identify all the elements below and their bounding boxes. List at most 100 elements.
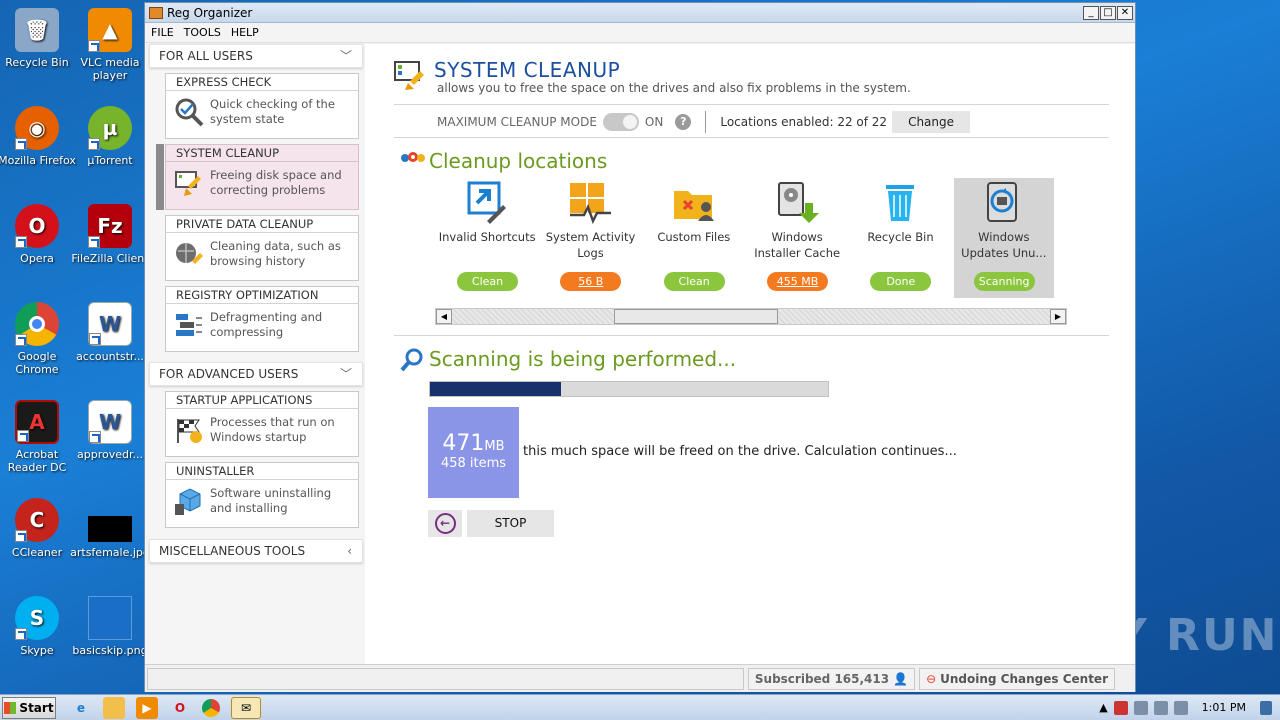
- desktop-icon-artsfemale[interactable]: artsfemale.jpg: [70, 498, 150, 559]
- sidebar-item-startup-applications[interactable]: STARTUP APPLICATIONS Processes that run …: [165, 391, 359, 457]
- explorer-folder-icon[interactable]: [103, 696, 125, 719]
- sidebar: FOR ALL USERS ﹀ EXPRESS CHECK Quick chec…: [145, 44, 365, 664]
- location-tile-system-activity-logs[interactable]: System Activity Logs 56 B: [540, 178, 640, 298]
- desktop-icon-label: artsfemale.jpg: [70, 546, 150, 559]
- section-miscellaneous-tools[interactable]: MISCELLANEOUS TOOLS ‹: [149, 539, 363, 563]
- clock[interactable]: 1:01 PM: [1202, 701, 1246, 714]
- location-tile-windows-updates[interactable]: Windows Updates Unu... Scanning: [953, 178, 1054, 298]
- status-badge: Clean: [663, 272, 725, 291]
- skype-icon: S: [15, 596, 59, 640]
- desktop-icon-label: FileZilla Client: [71, 252, 149, 265]
- desktop-icon-label: Google Chrome: [15, 350, 59, 376]
- desktop-icon-label: basicskip.png: [72, 644, 148, 657]
- sidebar-item-express-check[interactable]: EXPRESS CHECK Quick checking of the syst…: [165, 73, 359, 139]
- title-bar[interactable]: Reg Organizer _ □ ✕: [145, 3, 1135, 23]
- status-badge[interactable]: 455 MB: [766, 272, 828, 291]
- subscribed-count[interactable]: Subscribed 165,413 👤: [747, 667, 916, 690]
- chrome-icon[interactable]: [202, 698, 220, 717]
- minimize-icon[interactable]: _: [1083, 5, 1099, 20]
- desktop-icon-firefox[interactable]: ◉ Mozilla Firefox: [0, 106, 77, 167]
- location-tile-custom-files[interactable]: Custom Files Clean: [644, 178, 744, 298]
- tile-label: Windows Updates Unu...: [961, 230, 1047, 260]
- help-icon[interactable]: ?: [675, 114, 692, 130]
- tray-app-icon[interactable]: [1173, 700, 1188, 715]
- freed-size-value: 471: [442, 431, 485, 456]
- ccleaner-icon: C: [15, 498, 59, 542]
- menu-help[interactable]: HELP: [231, 26, 259, 39]
- freed-space-summary: 471MB 458 items: [428, 407, 519, 498]
- tile-label: Invalid Shortcuts: [438, 230, 536, 244]
- startup-flag-icon: [174, 415, 204, 445]
- status-badge: Scanning: [973, 272, 1035, 291]
- desktop-icon-accountstr[interactable]: W accountstr...: [70, 302, 150, 363]
- desktop-icon-basicskip[interactable]: basicskip.png: [70, 596, 150, 657]
- desktop-icon-filezilla[interactable]: Fz FileZilla Client: [70, 204, 150, 265]
- user-icon: 👤: [893, 671, 909, 686]
- opera-icon[interactable]: O: [169, 697, 191, 719]
- cleanup-broom-icon: [174, 168, 204, 198]
- chevron-down-icon: ﹀: [339, 49, 352, 63]
- show-desktop-icon[interactable]: [1260, 700, 1272, 715]
- locations-scrollbar[interactable]: ◀ ▶: [435, 308, 1067, 325]
- sidebar-item-system-cleanup[interactable]: SYSTEM CLEANUP Freeing disk space and co…: [156, 144, 359, 210]
- card-description: Software uninstalling and installing: [210, 486, 332, 515]
- utorrent-icon: µ: [88, 106, 132, 150]
- desktop-icon-approvedr[interactable]: W approvedr...: [70, 400, 150, 461]
- card-title: PRIVATE DATA CLEANUP: [166, 216, 358, 233]
- cleanup-mode-row: MAXIMUM CLEANUP MODE ON ? Locations enab…: [437, 110, 971, 134]
- image-file-icon: [88, 516, 132, 542]
- ie-icon[interactable]: e: [70, 697, 92, 719]
- opera-icon: O: [15, 204, 59, 248]
- desktop-icon-label: CCleaner: [11, 546, 63, 559]
- section-title: FOR ADVANCED USERS: [159, 367, 299, 381]
- location-tile-invalid-shortcuts[interactable]: Invalid Shortcuts Clean: [437, 178, 537, 298]
- desktop-icon-vlc[interactable]: ▲ VLC media player: [70, 8, 150, 82]
- network-icon[interactable]: [1133, 700, 1148, 715]
- card-title: UNINSTALLER: [166, 463, 358, 480]
- desktop-icon-ccleaner[interactable]: C CCleaner: [0, 498, 77, 559]
- menu-file[interactable]: FILE: [151, 26, 174, 39]
- tray-expand-icon[interactable]: ▲: [1099, 701, 1107, 714]
- change-button[interactable]: Change: [892, 111, 971, 133]
- system-cleanup-icon: [394, 59, 426, 91]
- main-panel: SYSTEM CLEANUP allows you to free the sp…: [385, 44, 1115, 664]
- start-button[interactable]: Start: [2, 696, 56, 719]
- desktop-icon-opera[interactable]: O Opera: [0, 204, 77, 265]
- scroll-right-icon[interactable]: ▶: [1050, 309, 1066, 324]
- acrobat-icon: A: [15, 400, 59, 444]
- menu-bar: FILE TOOLS HELP: [145, 23, 1135, 43]
- section-for-advanced-users[interactable]: FOR ADVANCED USERS ﹀: [149, 362, 363, 386]
- firefox-icon: ◉: [15, 106, 59, 150]
- sidebar-item-registry-optimization[interactable]: REGISTRY OPTIMIZATION Defragmenting and …: [165, 286, 359, 352]
- media-player-icon[interactable]: ▶: [136, 696, 158, 719]
- maximum-cleanup-toggle[interactable]: [602, 113, 639, 131]
- sidebar-item-private-data-cleanup[interactable]: PRIVATE DATA CLEANUP Cleaning data, such…: [165, 215, 359, 281]
- volume-icon[interactable]: [1153, 700, 1168, 715]
- close-icon[interactable]: ✕: [1117, 5, 1133, 20]
- reg-organizer-taskbar-icon[interactable]: ✉: [231, 696, 261, 719]
- windows-logs-icon: [568, 181, 612, 225]
- sidebar-item-uninstaller[interactable]: UNINSTALLER Software uninstalling and in…: [165, 462, 359, 528]
- page-subtitle: allows you to free the space on the driv…: [437, 81, 911, 95]
- menu-tools[interactable]: TOOLS: [184, 26, 221, 39]
- action-center-icon[interactable]: [1113, 700, 1128, 715]
- section-for-all-users[interactable]: FOR ALL USERS ﹀: [149, 44, 363, 68]
- desktop-icon-chrome[interactable]: Google Chrome: [0, 302, 77, 376]
- scrollbar-thumb[interactable]: [614, 309, 778, 324]
- desktop-icon-recycle-bin[interactable]: 🗑 Recycle Bin: [0, 8, 77, 69]
- back-button[interactable]: ←: [428, 510, 462, 537]
- registry-blocks-icon: [174, 310, 204, 340]
- desktop-icon-utorrent[interactable]: µ µTorrent: [70, 106, 150, 167]
- status-badge[interactable]: 56 B: [560, 272, 622, 291]
- card-description: Processes that run on Windows startup: [210, 415, 335, 444]
- location-tile-windows-installer-cache[interactable]: Windows Installer Cache 455 MB: [747, 178, 847, 298]
- maximize-icon[interactable]: □: [1100, 5, 1116, 20]
- desktop-icon-acrobat[interactable]: A Acrobat Reader DC: [0, 400, 77, 474]
- card-description: Defragmenting and compressing: [210, 310, 323, 339]
- scroll-left-icon[interactable]: ◀: [436, 309, 452, 324]
- location-tile-recycle-bin[interactable]: Recycle Bin Done: [850, 178, 950, 298]
- stop-button[interactable]: STOP: [467, 510, 554, 537]
- undoing-changes-center[interactable]: ⊖ Undoing Changes Center: [919, 667, 1115, 690]
- card-title: REGISTRY OPTIMIZATION: [166, 287, 358, 304]
- desktop-icon-skype[interactable]: S Skype: [0, 596, 77, 657]
